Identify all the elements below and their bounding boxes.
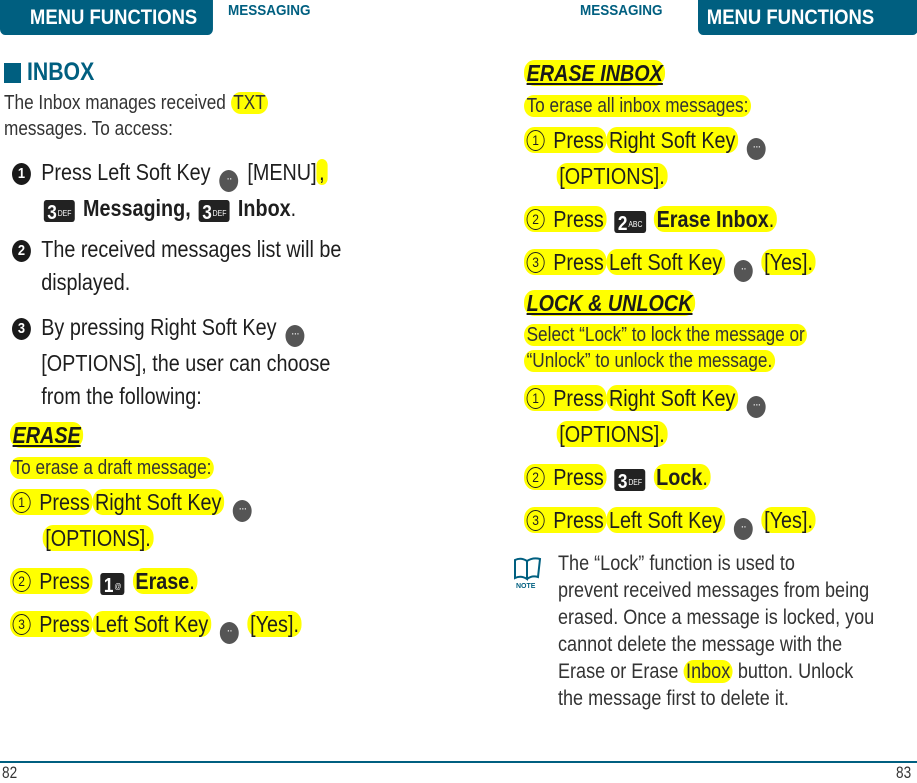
erase-inbox-step-3: 3 Press Left Soft Key ·· [Yes]. (524, 246, 816, 282)
erase-step-2: 2 Press 1@ Erase. (10, 565, 302, 598)
page-number-left: 82 (2, 763, 18, 782)
page-number-right: 83 (896, 763, 912, 782)
lock-step-1: 1 Press Right Soft Key ··· (524, 382, 816, 418)
left-soft-key-icon: ·· (219, 170, 239, 192)
step-number-3: 3 (12, 318, 31, 340)
svg-text:NOTE: NOTE (516, 583, 536, 590)
step-1: 1 Press Left Soft Key ·· [MENU], 3DEF Mes… (12, 156, 328, 225)
left-soft-key-icon: ·· (733, 260, 753, 282)
erase-step-3: 3 Press Left Soft Key ·· [Yes]. (10, 608, 302, 644)
key-3-def-icon: 3DEF (614, 469, 646, 493)
section-label-right: MESSAGING (580, 2, 663, 19)
erase-inbox-section: ERASE INBOX To erase all inbox messages:… (524, 58, 816, 282)
left-soft-key-icon: ·· (219, 622, 239, 644)
key-3-def-icon: 3DEF (198, 200, 230, 224)
section-label-left: MESSAGING (228, 2, 311, 19)
note-text: The “Lock” function is used to prevent r… (558, 552, 875, 710)
lock-step-3: 3 Press Left Soft Key ·· [Yes]. (524, 504, 816, 540)
erase-step-1: 1 Press Right Soft Key ··· (10, 486, 302, 522)
heading-square-icon (4, 62, 21, 83)
erase-inbox-step-1: 1 Press Right Soft Key ··· (524, 124, 816, 160)
highlight-inbox: Inbox (683, 660, 733, 683)
erase-description: To erase a draft message: (10, 457, 215, 479)
right-soft-key-icon: ··· (746, 396, 766, 418)
erase-inbox-title: ERASE INBOX (524, 60, 666, 86)
lock-unlock-section: LOCK & UNLOCK Select “Lock” to lock the … (524, 288, 816, 540)
menu-functions-tab-right: MENU FUNCTIONS (698, 0, 917, 35)
note-book-icon: NOTE (514, 557, 542, 590)
lock-step-2: 2 Press 3DEF Lock. (524, 461, 816, 494)
erase-inbox-description: To erase all inbox messages: (524, 95, 751, 117)
lock-unlock-title: LOCK & UNLOCK (524, 290, 696, 316)
right-soft-key-icon: ··· (285, 325, 305, 347)
erase-section: ERASE To erase a draft message: 1 Press Ri… (10, 420, 302, 644)
key-3-def-icon: 3DEF (43, 200, 75, 224)
step-3: 3 By pressing Right Soft Key ··· [OPTIONS… (12, 311, 330, 413)
key-2-abc-icon: 2ABC (614, 211, 646, 235)
step-2: 2 The received messages list will be disp… (12, 233, 341, 299)
key-1-icon: 1@ (100, 573, 125, 597)
highlight-txt: TXT (230, 92, 269, 114)
right-soft-key-icon: ··· (232, 500, 252, 522)
left-soft-key-icon: ·· (733, 518, 753, 540)
inbox-heading: INBOX (4, 58, 94, 87)
footer-divider (0, 761, 917, 763)
erase-title: ERASE (10, 422, 84, 448)
right-soft-key-icon: ··· (746, 138, 766, 160)
erase-inbox-step-2: 2 Press 2ABC Erase Inbox. (524, 203, 816, 236)
menu-functions-tab-left: MENU FUNCTIONS (0, 0, 213, 35)
step-number-2: 2 (12, 240, 31, 262)
inbox-intro: The Inbox manages received TXT messages.… (4, 90, 269, 142)
step-number-1: 1 (12, 163, 31, 185)
